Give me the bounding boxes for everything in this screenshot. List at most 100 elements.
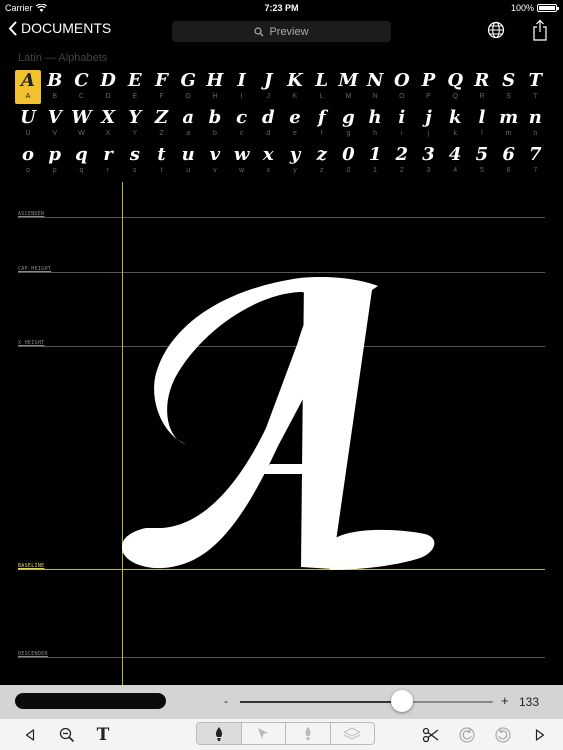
size-slider-track[interactable] xyxy=(240,701,493,703)
glyph-cell[interactable]: WW xyxy=(68,107,94,141)
glyph-outline[interactable] xyxy=(0,182,563,685)
glyph-cell[interactable]: tt xyxy=(149,144,175,178)
glyph-label: 2 xyxy=(399,167,404,174)
glyph-cell[interactable]: LL xyxy=(309,70,335,104)
nav-bar: DOCUMENTS Preview xyxy=(0,16,563,46)
glyph-preview: m xyxy=(499,107,519,128)
glyph-preview: M xyxy=(338,70,359,91)
glyph-cell[interactable]: 55 xyxy=(469,144,495,178)
glyph-cell[interactable]: gg xyxy=(335,107,361,141)
glyph-cell[interactable]: ZZ xyxy=(149,107,175,141)
glyph-cell[interactable]: nn xyxy=(522,107,548,141)
undo-button[interactable] xyxy=(456,719,478,750)
glyph-cell[interactable]: QQ xyxy=(442,70,468,104)
preview-button[interactable]: Preview xyxy=(172,21,391,42)
zoom-out-button[interactable] xyxy=(56,719,78,750)
glyph-cell[interactable]: 22 xyxy=(389,144,415,178)
glyph-cell[interactable]: ll xyxy=(469,107,495,141)
glyph-cell[interactable]: PP xyxy=(416,70,442,104)
glyph-preview: 4 xyxy=(448,144,462,165)
glyph-cell[interactable]: VV xyxy=(42,107,68,141)
glyph-cell[interactable]: BB xyxy=(42,70,68,104)
pointer-tool-segment[interactable] xyxy=(242,723,286,744)
glyph-cell[interactable]: UU xyxy=(15,107,41,141)
size-slider-knob[interactable] xyxy=(390,690,413,712)
glyph-cell[interactable]: HH xyxy=(202,70,228,104)
glyph-cell[interactable]: AA xyxy=(15,70,41,104)
glyph-name-pill[interactable] xyxy=(15,693,166,709)
glyph-cell[interactable]: 33 xyxy=(416,144,442,178)
glyph-cell[interactable]: MM xyxy=(335,70,361,104)
glyph-cell[interactable]: mm xyxy=(496,107,522,141)
glyph-cell[interactable]: RR xyxy=(469,70,495,104)
glyph-cell[interactable]: dd xyxy=(255,107,281,141)
glyph-preview: u xyxy=(181,144,195,165)
glyph-cell[interactable]: KK xyxy=(282,70,308,104)
glyph-cell[interactable]: YY xyxy=(122,107,148,141)
glyph-cell[interactable]: 66 xyxy=(496,144,522,178)
glyph-cell[interactable]: DD xyxy=(95,70,121,104)
glyph-cell[interactable]: XX xyxy=(95,107,121,141)
glyph-cell[interactable]: yy xyxy=(282,144,308,178)
glyph-cell[interactable]: JJ xyxy=(255,70,281,104)
glyph-cell[interactable]: bb xyxy=(202,107,228,141)
glyph-editor-canvas[interactable]: ASCENDER CAP HEIGHT X HEIGHT BASELINE DE… xyxy=(0,182,563,685)
glyph-cell[interactable]: 77 xyxy=(522,144,548,178)
glyph-cell[interactable]: 44 xyxy=(442,144,468,178)
brush-tool-segment[interactable] xyxy=(286,723,331,744)
scissors-icon xyxy=(422,727,439,742)
glyph-cell[interactable]: kk xyxy=(442,107,468,141)
preview-label: Preview xyxy=(269,25,309,38)
glyph-cell[interactable]: xx xyxy=(255,144,281,178)
share-button[interactable] xyxy=(532,19,548,46)
glyph-preview: n xyxy=(528,107,542,128)
glyph-cell[interactable]: EE xyxy=(122,70,148,104)
scissors-button[interactable] xyxy=(420,719,442,750)
glyph-cell[interactable]: ww xyxy=(229,144,255,178)
next-glyph-button[interactable] xyxy=(530,719,550,750)
glyph-cell[interactable]: ss xyxy=(122,144,148,178)
previous-glyph-button[interactable] xyxy=(20,719,40,750)
globe-button[interactable] xyxy=(487,21,505,44)
glyph-label: R xyxy=(479,93,485,100)
glyph-cell[interactable]: uu xyxy=(175,144,201,178)
glyph-cell[interactable]: 11 xyxy=(362,144,388,178)
glyph-cell[interactable]: zz xyxy=(309,144,335,178)
glyph-cell[interactable]: ii xyxy=(389,107,415,141)
glyph-cell[interactable]: oo xyxy=(15,144,41,178)
glyph-cell[interactable]: FF xyxy=(149,70,175,104)
glyph-cell[interactable]: vv xyxy=(202,144,228,178)
glyph-cell[interactable]: hh xyxy=(362,107,388,141)
glyph-label: L xyxy=(319,93,324,100)
glyph-cell[interactable]: qq xyxy=(68,144,94,178)
glyph-label: P xyxy=(426,93,431,100)
glyph-cell[interactable]: ff xyxy=(309,107,335,141)
glyph-cell[interactable]: II xyxy=(229,70,255,104)
glyph-cell[interactable]: cc xyxy=(229,107,255,141)
glyph-label: d xyxy=(266,130,271,137)
glyph-cell[interactable]: NN xyxy=(362,70,388,104)
glyph-cell[interactable]: TT xyxy=(522,70,548,104)
redo-button[interactable] xyxy=(492,719,514,750)
glyph-cell[interactable]: 00 xyxy=(335,144,361,178)
glyph-label: x xyxy=(266,167,271,174)
chevron-left-icon xyxy=(8,21,17,35)
glyph-cell[interactable]: GG xyxy=(175,70,201,104)
glyph-cell[interactable]: pp xyxy=(42,144,68,178)
layers-tool-segment[interactable] xyxy=(331,723,375,744)
glyph-cell[interactable]: aa xyxy=(175,107,201,141)
glyph-cell[interactable]: OO xyxy=(389,70,415,104)
back-button[interactable]: DOCUMENTS xyxy=(8,20,111,36)
glyph-cell[interactable]: rr xyxy=(95,144,121,178)
glyph-preview: d xyxy=(262,107,275,128)
glyph-preview: y xyxy=(289,144,301,165)
glyph-cell[interactable]: jj xyxy=(416,107,442,141)
glyph-preview: w xyxy=(233,144,250,165)
glyph-preview: S xyxy=(502,70,516,91)
pen-tool-segment[interactable] xyxy=(197,723,242,744)
glyph-cell[interactable]: SS xyxy=(496,70,522,104)
glyph-preview: X xyxy=(101,107,116,128)
text-tool-button[interactable]: T xyxy=(92,719,114,750)
glyph-cell[interactable]: ee xyxy=(282,107,308,141)
glyph-cell[interactable]: CC xyxy=(68,70,94,104)
